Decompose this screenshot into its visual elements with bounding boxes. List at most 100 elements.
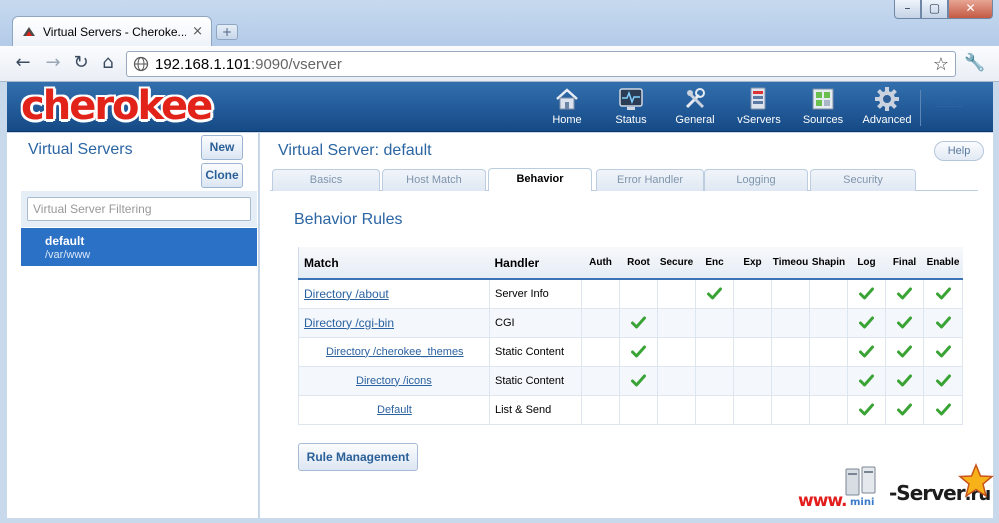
check-icon (631, 374, 646, 387)
column-header: Enable (923, 247, 963, 280)
browser-tab[interactable]: Virtual Servers - Cheroke... × (12, 16, 212, 46)
rule-flag-cell (733, 365, 772, 396)
wrench-icon[interactable]: 🔧 (964, 53, 986, 75)
rule-flag-cell (847, 278, 886, 309)
nav-home-label: Home (552, 114, 582, 126)
cherokee-logo: cherokee (21, 83, 213, 129)
rule-handler: Static Content (489, 365, 582, 396)
check-icon (859, 403, 874, 416)
filter-bar: Virtual Server Filtering (21, 191, 257, 227)
url-path: :9090/vserver (250, 55, 342, 73)
bookmark-star-icon[interactable]: ☆ (933, 54, 949, 75)
rule-flag-cell (809, 394, 848, 425)
tab-close-icon[interactable]: × (192, 25, 203, 38)
rule-match-link[interactable]: Directory /icons (298, 365, 490, 396)
table-row: Directory /icons Static Content (298, 365, 963, 396)
forward-arrow-icon[interactable]: → (42, 52, 64, 74)
tab-security[interactable]: Security (810, 169, 916, 191)
rule-flag-cell (695, 394, 734, 425)
status-icon (619, 88, 643, 110)
tab-error-handler[interactable]: Error Handler (596, 169, 704, 191)
save-link[interactable]: Save (935, 94, 962, 108)
nav-status[interactable]: Status (599, 86, 663, 130)
reload-icon[interactable]: ↻ (70, 52, 92, 74)
nav-vservers[interactable]: vServers (727, 86, 791, 130)
rule-match-link[interactable]: Directory /cgi-bin (298, 307, 490, 338)
nav-separator (920, 90, 921, 126)
column-header: Auth (581, 247, 620, 280)
home-page-icon[interactable]: ⌂ (97, 52, 119, 74)
rule-flag-cell (733, 278, 772, 309)
rule-flag-cell (885, 365, 924, 396)
url-host: 192.168.1.101 (155, 55, 251, 73)
cherokee-favicon-icon (23, 26, 35, 36)
rule-match-link[interactable]: Directory /about (298, 278, 490, 309)
check-icon (631, 345, 646, 358)
nav-advanced[interactable]: Advanced (855, 86, 919, 130)
rule-flag-cell (619, 394, 658, 425)
rule-flag-cell (581, 336, 620, 367)
table-row: Directory /cherokee_themes Static Content (298, 336, 963, 367)
rule-flag-cell (771, 336, 810, 367)
rule-flag-cell (695, 307, 734, 338)
minimize-button[interactable]: – (894, 0, 921, 19)
rule-flag-cell (581, 278, 620, 309)
tab-basics[interactable]: Basics (272, 169, 380, 191)
maximize-button[interactable]: ▢ (921, 0, 948, 19)
new-vserver-button[interactable]: New (201, 135, 243, 160)
nav-sources[interactable]: Sources (791, 86, 855, 130)
tab-behavior[interactable]: Behavior (488, 168, 592, 191)
page-title: Virtual Server: default (278, 142, 432, 159)
rule-match-link[interactable]: Default (298, 394, 490, 425)
new-tab-button[interactable]: + (216, 24, 238, 40)
vserver-path: /var/www (45, 249, 91, 261)
rule-flag-cell (695, 336, 734, 367)
vservers-icon (750, 87, 766, 110)
check-icon (935, 374, 951, 387)
nav-general[interactable]: General (663, 86, 727, 130)
address-bar[interactable]: 192.168.1.101:9090/vserver ☆ (126, 51, 956, 77)
column-header: Root (619, 247, 658, 280)
rule-management-button[interactable]: Rule Management (298, 443, 418, 471)
help-button[interactable]: Help (934, 141, 984, 161)
rule-flag-cell (657, 278, 696, 309)
nav-vservers-label: vServers (737, 114, 781, 126)
watermark-mini: mini (850, 497, 875, 508)
rule-flag-cell (771, 365, 810, 396)
nav-status-label: Status (615, 114, 647, 126)
rule-flag-cell (733, 307, 772, 338)
check-icon (859, 345, 874, 358)
tab-host-match[interactable]: Host Match (382, 169, 486, 191)
rule-flag-cell (771, 278, 810, 309)
nav-advanced-label: Advanced (862, 114, 912, 126)
clone-vserver-button[interactable]: Clone (201, 163, 243, 188)
window-controls: – ▢ ✕ (894, 0, 993, 19)
rule-match-link[interactable]: Directory /cherokee_themes (298, 336, 490, 367)
vserver-filter-input[interactable]: Virtual Server Filtering (27, 197, 251, 221)
tab-title: Virtual Servers - Cheroke... (43, 24, 187, 39)
rule-flag-cell (809, 307, 848, 338)
check-icon (935, 287, 951, 300)
nav-general-label: General (675, 114, 715, 126)
rule-flag-cell (847, 365, 886, 396)
close-window-button[interactable]: ✕ (948, 0, 993, 19)
check-icon (897, 374, 912, 387)
rule-flag-cell (847, 307, 886, 338)
rule-flag-cell (885, 336, 924, 367)
rule-flag-cell (923, 307, 963, 338)
servers-icon (845, 466, 876, 496)
table-row: Default List & Send (298, 394, 963, 425)
app-header: cherokee Home Status General vServers So… (7, 82, 993, 132)
check-icon (935, 316, 951, 329)
rule-flag-cell (581, 365, 620, 396)
watermark-www: www. (798, 491, 847, 511)
sidebar-item-default[interactable]: default /var/www (21, 228, 257, 266)
back-arrow-icon[interactable]: ← (12, 52, 34, 74)
column-header: Shapin (809, 247, 848, 280)
nav-home[interactable]: Home (535, 86, 599, 130)
rule-flag-cell (657, 307, 696, 338)
check-icon (897, 287, 912, 300)
tab-logging[interactable]: Logging (704, 169, 808, 191)
browser-titlebar: Virtual Servers - Cheroke... × + – ▢ ✕ (0, 0, 999, 46)
general-icon (685, 88, 705, 109)
